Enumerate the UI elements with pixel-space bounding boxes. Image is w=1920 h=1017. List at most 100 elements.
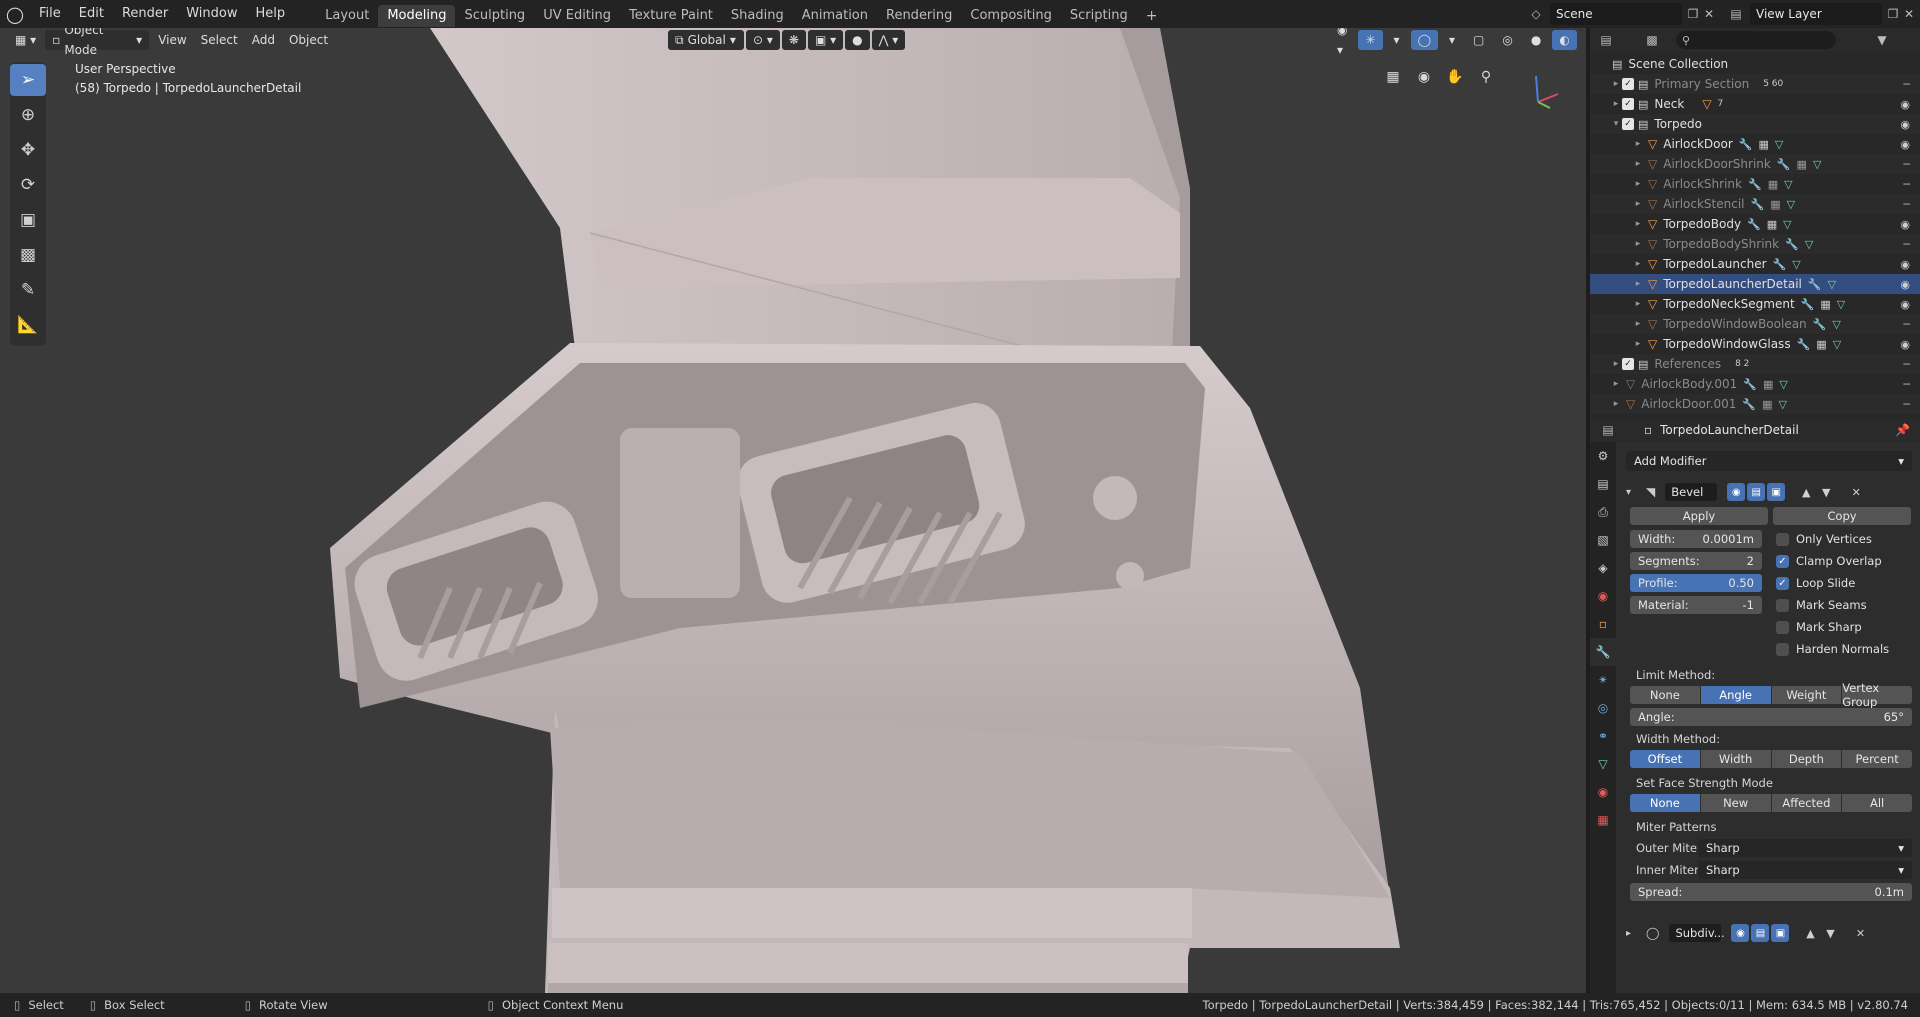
visibility-off-icon[interactable]: ━	[1903, 398, 1910, 411]
mesh-data-icon[interactable]: ▽	[1784, 178, 1792, 191]
3d-viewport[interactable]: ▦ ▾ ▫ Object Mode ▾ View Select Add Obje…	[0, 28, 1586, 993]
mesh-data-icon[interactable]: ▽	[1828, 278, 1836, 291]
outliner-row-torpedobody[interactable]: ▸ ▽ TorpedoBody 🔧 ▦ ▽ ◉	[1590, 214, 1920, 234]
menu-file[interactable]: File	[30, 0, 70, 28]
width-field[interactable]: Width: 0.0001m	[1630, 530, 1762, 548]
modifier-wrench-icon[interactable]: 🔧	[1743, 378, 1757, 391]
constraint-icon[interactable]: ▦	[1797, 158, 1807, 171]
modifier-tab-icon[interactable]: 🔧	[1590, 638, 1616, 666]
outliner-row-airlockdoor[interactable]: ▸ ▽ AirlockDoor 🔧 ▦ ▽ ◉	[1590, 134, 1920, 154]
editor-type-icon[interactable]: ▤	[1598, 420, 1618, 440]
remove-modifier-icon[interactable]: ✕	[1847, 483, 1865, 501]
display-mode-icon[interactable]: ▩	[1642, 30, 1662, 50]
width-width-option[interactable]: Width	[1700, 750, 1771, 768]
constraint-icon[interactable]: ▦	[1763, 378, 1773, 391]
tab-scripting[interactable]: Scripting	[1061, 5, 1137, 27]
outliner-search[interactable]: ⚲	[1676, 31, 1836, 49]
expand-icon[interactable]: ▸	[1632, 219, 1644, 229]
expand-icon[interactable]: ▸	[1632, 279, 1644, 289]
remove-modifier-icon[interactable]: ✕	[1851, 924, 1869, 942]
navigation-gizmo[interactable]	[1520, 64, 1570, 114]
modifier-name-field[interactable]: Bevel	[1665, 483, 1718, 501]
measure-tool-icon[interactable]: 📐	[10, 309, 46, 341]
modifier-wrench-icon[interactable]: 🔧	[1785, 238, 1799, 251]
outliner-row-airlockdoorshrink[interactable]: ▸ ▽ AirlockDoorShrink 🔧 ▦ ▽ ━	[1590, 154, 1920, 174]
pan-view-icon[interactable]: ✋	[1442, 64, 1468, 90]
pivot-dropdown[interactable]: ⊙ ▾	[746, 30, 780, 50]
delete-scene-icon[interactable]: ✕	[1699, 4, 1719, 24]
visibility-off-icon[interactable]: ━	[1903, 318, 1910, 331]
expand-icon[interactable]: ▸	[1610, 399, 1622, 409]
editor-type-button[interactable]: ▦ ▾	[8, 30, 43, 50]
delete-view-layer-icon[interactable]: ✕	[1899, 4, 1919, 24]
expand-icon[interactable]: ▸	[1610, 359, 1622, 369]
profile-slider[interactable]: Profile: 0.50	[1630, 574, 1762, 592]
render-toggle-icon[interactable]: ◉	[1727, 483, 1746, 501]
expand-icon[interactable]: ▸	[1610, 79, 1622, 89]
xray-toggle-icon[interactable]: ▢	[1466, 30, 1491, 50]
move-tool-icon[interactable]: ✥	[10, 134, 46, 166]
tab-modeling[interactable]: Modeling	[378, 5, 456, 27]
eye-icon[interactable]: ◉	[1900, 118, 1910, 131]
editmode-toggle-icon[interactable]: ▣	[1771, 924, 1790, 942]
view-layer-selector[interactable]: View Layer	[1750, 3, 1882, 25]
constraint-icon[interactable]: ▦	[1770, 198, 1780, 211]
menu-window[interactable]: Window	[177, 0, 246, 28]
gizmo-toggle[interactable]: ✳	[1358, 30, 1383, 50]
visibility-off-icon[interactable]: ━	[1903, 238, 1910, 251]
outliner-row-torpedobodyshrink[interactable]: ▸ ▽ TorpedoBodyShrink 🔧 ▽ ━	[1590, 234, 1920, 254]
exclude-checkbox[interactable]: ✓	[1622, 118, 1634, 130]
face-none-option[interactable]: None	[1630, 794, 1700, 812]
proportional-edit-toggle[interactable]: ●	[845, 30, 870, 50]
copy-button[interactable]: Copy	[1773, 507, 1911, 525]
limit-none-option[interactable]: None	[1630, 686, 1700, 704]
tab-rendering[interactable]: Rendering	[877, 5, 961, 27]
menu-view[interactable]: View	[151, 30, 193, 50]
mesh-data-icon[interactable]: ▽	[1837, 298, 1845, 311]
eye-icon[interactable]: ◉	[1900, 278, 1910, 291]
clamp-overlap-checkbox[interactable]: ✓ Clamp Overlap	[1776, 554, 1882, 568]
modifier-wrench-icon[interactable]: 🔧	[1748, 178, 1762, 191]
limit-angle-option[interactable]: Angle	[1700, 686, 1771, 704]
menu-render[interactable]: Render	[113, 0, 177, 28]
snap-toggle[interactable]: ❋	[781, 30, 806, 50]
add-modifier-dropdown[interactable]: Add Modifier ▾	[1626, 451, 1912, 471]
expand-icon[interactable]: ▸	[1610, 379, 1622, 389]
wireframe-shading-icon[interactable]: ◎	[1495, 30, 1519, 50]
texture-tab-icon[interactable]: ▦	[1590, 806, 1616, 834]
rendered-shading-icon[interactable]: ◑	[1581, 30, 1586, 50]
world-tab-icon[interactable]: ◉	[1590, 582, 1616, 610]
mesh-data-icon[interactable]: ▽	[1805, 238, 1813, 251]
width-depth-option[interactable]: Depth	[1771, 750, 1842, 768]
move-down-icon[interactable]: ▼	[1821, 924, 1839, 942]
constraint-icon[interactable]: ▦	[1816, 338, 1826, 351]
toggle-camera-view-icon[interactable]: ▦	[1380, 64, 1406, 90]
modifier-wrench-icon[interactable]: 🔧	[1777, 158, 1791, 171]
spread-field[interactable]: Spread: 0.1m	[1630, 883, 1912, 901]
visibility-off-icon[interactable]: ━	[1903, 78, 1910, 91]
scale-tool-icon[interactable]: ▣	[10, 204, 46, 236]
eye-icon[interactable]: ◉	[1900, 98, 1910, 111]
constraint-icon[interactable]: ▦	[1759, 138, 1769, 151]
filter-icon[interactable]: ▼	[1872, 30, 1892, 50]
visibility-off-icon[interactable]: ━	[1903, 158, 1910, 171]
expand-icon[interactable]: ▸	[1610, 99, 1622, 109]
outliner-row-airlockbody-001[interactable]: ▸ ▽ AirlockBody.001 🔧 ▦ ▽ ━	[1590, 374, 1920, 394]
outliner-row-torpedowindowboolean[interactable]: ▸ ▽ TorpedoWindowBoolean 🔧 ▽ ━	[1590, 314, 1920, 334]
eye-icon[interactable]: ◉	[1900, 138, 1910, 151]
view-layer-tab-icon[interactable]: ▧	[1590, 526, 1616, 554]
outliner-row-references[interactable]: ▸ ✓ ▤ References 8 2 ━	[1590, 354, 1920, 374]
tab-layout[interactable]: Layout	[316, 5, 378, 27]
mesh-data-icon[interactable]: ▽	[1775, 138, 1783, 151]
constraint-icon[interactable]: ▦	[1768, 178, 1778, 191]
tool-tab-icon[interactable]: ⚙	[1590, 442, 1616, 470]
menu-select[interactable]: Select	[194, 30, 245, 50]
menu-add[interactable]: Add	[245, 30, 282, 50]
orientation-dropdown[interactable]: ⧉ Global ▾	[668, 30, 744, 50]
outliner-row-airlockdoor-001[interactable]: ▸ ▽ AirlockDoor.001 🔧 ▦ ▽ ━	[1590, 394, 1920, 414]
visibility-off-icon[interactable]: ━	[1903, 358, 1910, 371]
modifier-wrench-icon[interactable]: 🔧	[1739, 138, 1753, 151]
object-tab-icon[interactable]: ▫	[1590, 610, 1616, 638]
cursor-tool-icon[interactable]: ⊕	[10, 99, 46, 131]
material-tab-icon[interactable]: ◉	[1590, 778, 1616, 806]
